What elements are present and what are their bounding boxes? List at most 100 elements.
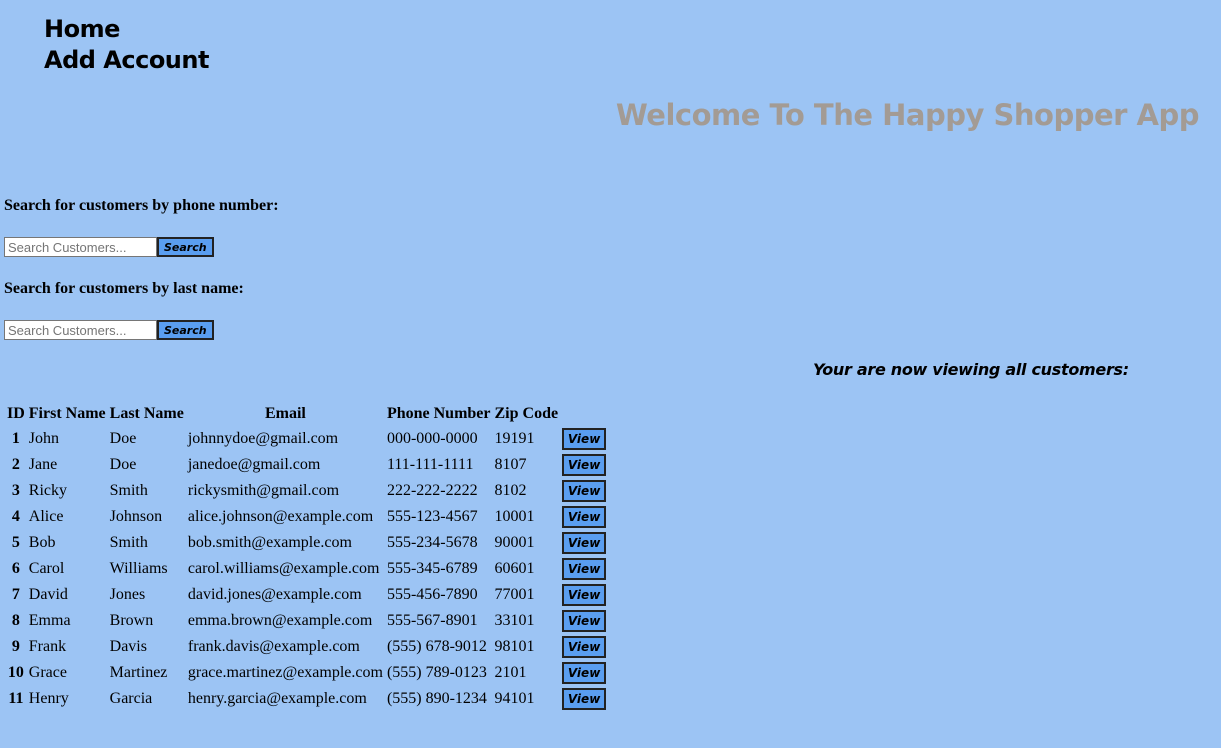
cell-id: 3: [11, 482, 20, 499]
cell-last-name: Brown: [109, 612, 154, 629]
column-header-phone-number: Phone Number: [386, 405, 491, 422]
cell-phone-number: 555-123-4567: [386, 508, 478, 525]
table-row: 10 Grace Martinez grace.martinez@example.co…: [6, 661, 607, 685]
cell-first-name: Ricky: [28, 482, 67, 499]
cell-id: 1: [11, 430, 20, 447]
cell-first-name: Henry: [28, 690, 69, 707]
cell-email: bob.smith@example.com: [187, 534, 352, 551]
cell-last-name: Smith: [109, 534, 148, 551]
cell-action: View: [561, 505, 607, 529]
cell-last-name: Williams: [109, 560, 168, 577]
table-row: 3 Ricky Smith rickysmith@gmail.com 222-222-2…: [6, 479, 607, 503]
table-row: 2 Jane Doe janedoe@gmail.com 111-111-1111 810…: [6, 453, 607, 477]
cell-first-name: Carol: [28, 560, 65, 577]
cell-phone-number: 555-345-6789: [386, 560, 478, 577]
cell-first-name: Grace: [28, 664, 67, 681]
table-row: 11 Henry Garcia henry.garcia@example.com (55…: [6, 687, 607, 711]
cell-zip-code: 2101: [494, 664, 527, 681]
cell-email: janedoe@gmail.com: [187, 456, 321, 473]
cell-first-name: Emma: [28, 612, 71, 629]
view-customer-button[interactable]: View: [562, 688, 607, 710]
cell-action: View: [561, 557, 607, 581]
column-header-first-name: First Name: [28, 405, 106, 422]
cell-id: 6: [11, 560, 20, 577]
cell-zip-code: 90001: [494, 534, 535, 551]
view-customer-button[interactable]: View: [562, 636, 607, 658]
cell-email: emma.brown@example.com: [187, 612, 373, 629]
view-customer-button[interactable]: View: [562, 454, 607, 476]
cell-phone-number: 000-000-0000: [386, 430, 478, 447]
column-header-action: [561, 403, 607, 425]
cell-first-name: David: [28, 586, 68, 603]
phone-search-input[interactable]: [4, 237, 157, 257]
cell-id: 8: [11, 612, 20, 629]
cell-id: 7: [11, 586, 20, 603]
view-customer-button[interactable]: View: [562, 662, 607, 684]
phone-search-button[interactable]: Search: [157, 237, 214, 257]
cell-first-name: John: [28, 430, 60, 447]
cell-email: david.jones@example.com: [187, 586, 362, 603]
table-header-row: ID First Name Last Name Email Phone Numb…: [6, 403, 607, 425]
cell-last-name: Jones: [109, 586, 146, 603]
cell-phone-number: (555) 789-0123: [386, 664, 487, 681]
cell-phone-number: (555) 890-1234: [386, 690, 487, 707]
nav-menu: Home Add Account: [44, 14, 209, 76]
cell-last-name: Garcia: [109, 690, 153, 707]
cell-phone-number: 555-456-7890: [386, 586, 478, 603]
cell-last-name: Davis: [109, 638, 147, 655]
table-row: 8 Emma Brown emma.brown@example.com 555-567-…: [6, 609, 607, 633]
viewing-all-customers-heading: Your are now viewing all customers:: [813, 360, 1129, 379]
cell-phone-number: 555-567-8901: [386, 612, 478, 629]
view-customer-button[interactable]: View: [562, 480, 607, 502]
phone-search-label: Search for customers by phone number:: [4, 197, 279, 214]
view-customer-button[interactable]: View: [562, 558, 607, 580]
view-customer-button[interactable]: View: [562, 610, 607, 632]
nav-item-home[interactable]: Home: [44, 14, 209, 45]
cell-action: View: [561, 687, 607, 711]
cell-id: 5: [11, 534, 20, 551]
cell-zip-code: 19191: [494, 430, 535, 447]
cell-phone-number: 111-111-1111: [386, 456, 474, 473]
cell-email: alice.johnson@example.com: [187, 508, 374, 525]
cell-last-name: Doe: [109, 456, 137, 473]
cell-email: grace.martinez@example.com: [187, 664, 383, 681]
lastname-search-button[interactable]: Search: [157, 320, 214, 340]
table-row: 5 Bob Smith bob.smith@example.com 555-234-56…: [6, 531, 607, 555]
cell-zip-code: 94101: [494, 690, 535, 707]
table-row: 1 John Doe johnnydoe@gmail.com 000-000-0000 1…: [6, 427, 607, 451]
cell-last-name: Doe: [109, 430, 137, 447]
cell-action: View: [561, 661, 607, 685]
nav-item-add-account[interactable]: Add Account: [44, 45, 209, 76]
column-header-last-name: Last Name: [109, 405, 184, 422]
table-row: 9 Frank Davis frank.davis@example.com (555) …: [6, 635, 607, 659]
cell-last-name: Johnson: [109, 508, 163, 525]
cell-email: frank.davis@example.com: [187, 638, 360, 655]
cell-zip-code: 60601: [494, 560, 535, 577]
cell-action: View: [561, 583, 607, 607]
column-header-zip-code: Zip Code: [494, 405, 559, 422]
cell-first-name: Frank: [28, 638, 67, 655]
cell-email: rickysmith@gmail.com: [187, 482, 340, 499]
cell-action: View: [561, 453, 607, 477]
cell-email: henry.garcia@example.com: [187, 690, 367, 707]
cell-phone-number: (555) 678-9012: [386, 638, 487, 655]
view-customer-button[interactable]: View: [562, 428, 607, 450]
view-customer-button[interactable]: View: [562, 584, 607, 606]
cell-zip-code: 33101: [494, 612, 535, 629]
column-header-email: Email: [264, 405, 306, 422]
view-customer-button[interactable]: View: [562, 532, 607, 554]
cell-email: johnnydoe@gmail.com: [187, 430, 339, 447]
cell-zip-code: 8107: [494, 456, 527, 473]
cell-id: 2: [11, 456, 20, 473]
cell-zip-code: 77001: [494, 586, 535, 603]
cell-phone-number: 222-222-2222: [386, 482, 478, 499]
cell-email: carol.williams@example.com: [187, 560, 380, 577]
cell-id: 11: [8, 690, 24, 707]
welcome-heading: Welcome To The Happy Shopper App: [615, 98, 1200, 132]
cell-first-name: Alice: [28, 508, 64, 525]
cell-zip-code: 98101: [494, 638, 535, 655]
lastname-search-input[interactable]: [4, 320, 157, 340]
cell-zip-code: 8102: [494, 482, 527, 499]
view-customer-button[interactable]: View: [562, 506, 607, 528]
phone-search-row: Search: [4, 237, 214, 257]
